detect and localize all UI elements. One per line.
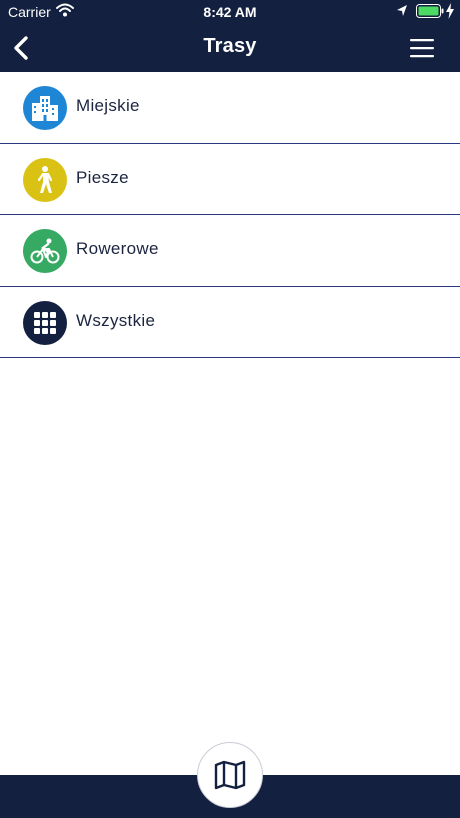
battery-icon [416,4,444,21]
nav-bar: Trasy [0,24,460,72]
map-icon [214,760,246,790]
grid-icon [23,300,67,345]
map-button[interactable] [197,742,263,808]
menu-button[interactable] [408,34,438,62]
top-bar: Carrier 8:42 AM Trasy [0,0,460,72]
charging-bolt-icon [446,3,454,22]
route-label: Piesze [76,167,129,187]
pedestrian-icon [23,157,67,202]
route-label: Rowerowe [76,239,159,258]
route-label: Wszystkie [76,310,156,330]
location-arrow-icon [396,4,408,21]
clock: 8:42 AM [203,4,257,20]
page-title: Trasy [203,35,257,57]
route-list: Miejskie Piesze Rowerowe Wszystkie [0,72,460,358]
route-label: Miejskie [76,96,140,115]
route-item-piesze[interactable]: Piesze [0,144,460,215]
route-item-rowerowe[interactable]: Rowerowe [0,215,460,287]
hamburger-menu-icon [410,39,434,58]
status-bar: Carrier 8:42 AM [0,0,460,24]
route-item-miejskie[interactable]: Miejskie [0,72,460,144]
city-buildings-icon [23,86,67,130]
cyclist-icon [23,229,67,273]
route-item-wszystkie[interactable]: Wszystkie [0,287,460,358]
